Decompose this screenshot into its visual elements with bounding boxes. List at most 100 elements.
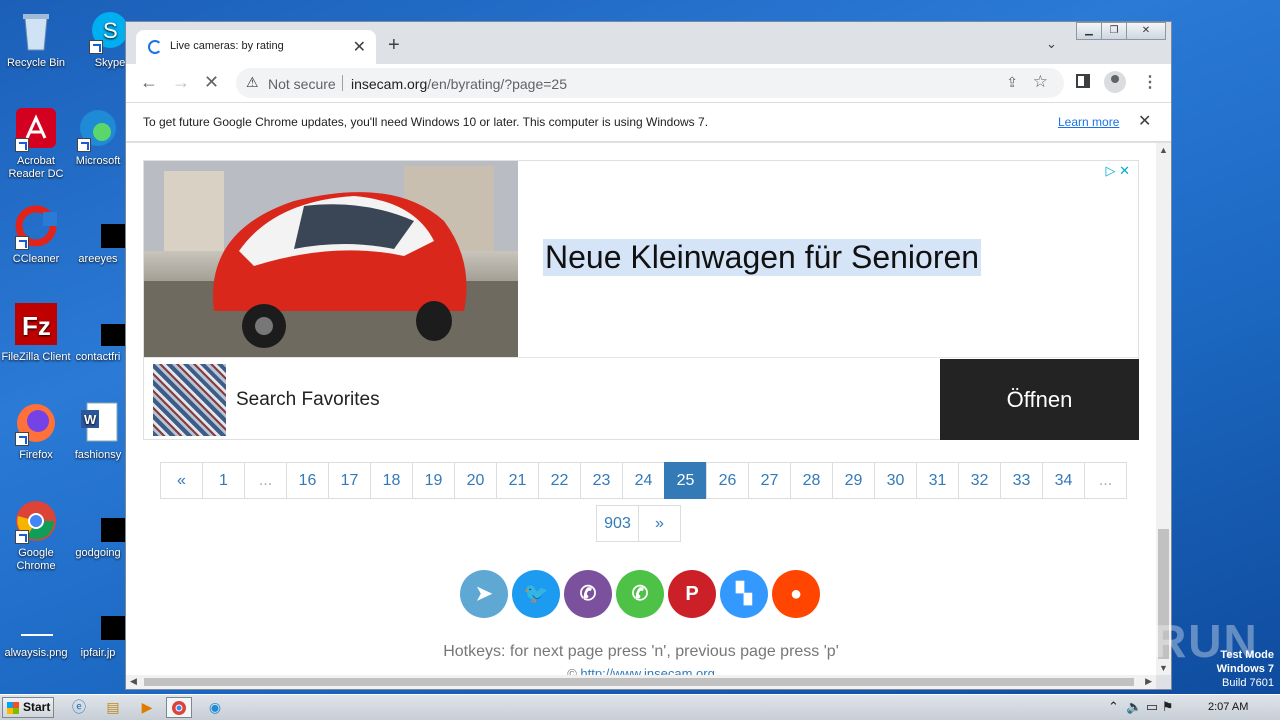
- ad-search-label[interactable]: Search Favorites: [236, 389, 380, 411]
- telegram-share-icon[interactable]: ➤: [460, 570, 508, 618]
- internet-explorer-icon[interactable]: ⓔ: [66, 697, 92, 718]
- horizontal-scroll-thumb[interactable]: [144, 678, 1134, 686]
- forward-arrow-icon[interactable]: →: [172, 72, 190, 93]
- horizontal-scrollbar[interactable]: ◀ ▶: [126, 675, 1156, 689]
- pagination-page-22[interactable]: 22: [538, 462, 581, 499]
- ad-open-button[interactable]: Öffnen: [940, 359, 1139, 440]
- security-label[interactable]: Not secure: [268, 76, 336, 92]
- pagination-page-16[interactable]: 16: [286, 462, 329, 499]
- url-text[interactable]: insecam.org/en/byrating/?page=25: [351, 76, 567, 92]
- adchoices-icon[interactable]: ▷ ✕: [1105, 163, 1130, 179]
- media-player-icon[interactable]: ▶: [134, 697, 160, 718]
- pagination-page-21[interactable]: 21: [496, 462, 539, 499]
- advertisement[interactable]: Neue Kleinwagen für Senioren ▷ ✕ Search …: [143, 160, 1139, 440]
- stop-loading-icon[interactable]: ✕: [204, 72, 219, 93]
- pagination-page-1[interactable]: 1: [202, 462, 245, 499]
- pagination-page-19[interactable]: 19: [412, 462, 455, 499]
- desktop-icon-label: fashionsy: [74, 449, 122, 461]
- desktop-icon-godgoing[interactable]: godgoing: [62, 498, 137, 560]
- pagination-page-24[interactable]: 24: [622, 462, 665, 499]
- whatsapp-share-icon[interactable]: ✆: [616, 570, 664, 618]
- twitter-share-icon[interactable]: 🐦: [512, 570, 560, 618]
- scroll-left-arrow-icon[interactable]: ◀: [130, 676, 137, 687]
- pagination-page-26[interactable]: 26: [706, 462, 749, 499]
- warning-triangle-icon[interactable]: ⚠: [246, 74, 259, 91]
- hotkeys-hint: Hotkeys: for next page press 'n', previo…: [443, 643, 839, 660]
- pagination-page-29[interactable]: 29: [832, 462, 875, 499]
- pagination-prev[interactable]: «: [160, 462, 203, 499]
- pagination-page-32[interactable]: 32: [958, 462, 1001, 499]
- file-icon: [75, 498, 137, 544]
- scroll-right-arrow-icon[interactable]: ▶: [1145, 676, 1152, 687]
- infobar-message: To get future Google Chrome updates, you…: [143, 115, 709, 129]
- pagination-ellipsis: ...: [1084, 462, 1127, 499]
- reddit-share-icon[interactable]: ●: [772, 570, 820, 618]
- side-panel-icon[interactable]: [1076, 74, 1090, 88]
- pagination-page-30[interactable]: 30: [874, 462, 917, 499]
- pagination-page-31[interactable]: 31: [916, 462, 959, 499]
- desktop-icon-label: ipfair.jp: [80, 647, 116, 659]
- pagination-page-23[interactable]: 23: [580, 462, 623, 499]
- close-window-button[interactable]: ✕: [1126, 22, 1166, 40]
- scroll-up-arrow-icon[interactable]: ▲: [1159, 145, 1168, 155]
- desktop-icon-fashionsy[interactable]: W fashionsy: [62, 400, 134, 462]
- file-icon: [75, 302, 137, 348]
- page-viewport: Neue Kleinwagen für Senioren ▷ ✕ Search …: [126, 143, 1156, 675]
- desktop-icon-label: Microsoft: [75, 155, 121, 167]
- pagination-page-25[interactable]: 25: [664, 462, 707, 499]
- edge-icon: [75, 106, 121, 152]
- file-explorer-icon[interactable]: ▤: [100, 697, 126, 718]
- desktop-icon-recycle-bin[interactable]: Recycle Bin: [0, 8, 72, 70]
- desktop-icon-contactfri[interactable]: contactfri: [62, 302, 137, 364]
- tab-close-icon[interactable]: ✕: [353, 37, 366, 57]
- delicious-share-icon[interactable]: ▚: [720, 570, 768, 618]
- copyright-link[interactable]: http://www.insecam.org: [580, 666, 714, 675]
- pagination-page-18[interactable]: 18: [370, 462, 413, 499]
- chrome-window: Live cameras: by rating ✕ + ⌄ ▁ ❐ ✕ ← → …: [125, 21, 1172, 690]
- maximize-button[interactable]: ❐: [1101, 22, 1127, 40]
- pagination-page-20[interactable]: 20: [454, 462, 497, 499]
- ad-headline[interactable]: Neue Kleinwagen für Senioren: [543, 239, 982, 276]
- pagination-page-27[interactable]: 27: [748, 462, 791, 499]
- browser-toolbar: ← → ✕ ⚠ Not secure insecam.org/en/byrati…: [126, 64, 1171, 102]
- ad-thumbnail-image[interactable]: [153, 364, 226, 436]
- pagination-page-903[interactable]: 903: [596, 505, 639, 542]
- ad-car-image[interactable]: [144, 161, 518, 357]
- minimize-button[interactable]: ▁: [1076, 22, 1102, 40]
- start-button[interactable]: Start: [2, 697, 54, 718]
- learn-more-link[interactable]: Learn more: [1058, 115, 1119, 129]
- infobar-close-icon[interactable]: ✕: [1138, 111, 1151, 131]
- profile-avatar-icon[interactable]: [1104, 71, 1126, 93]
- viber-share-icon[interactable]: ✆: [564, 570, 612, 618]
- build-line: Build 7601: [1222, 677, 1274, 689]
- pagination-next[interactable]: »: [638, 505, 681, 542]
- desktop-icon-label: Recycle Bin: [6, 57, 66, 69]
- pagination-page-17[interactable]: 17: [328, 462, 371, 499]
- test-mode-line: Test Mode: [1220, 649, 1274, 661]
- pagination-page-33[interactable]: 33: [1000, 462, 1043, 499]
- taskbar-clock[interactable]: 2:07 AM: [1208, 701, 1248, 713]
- tab-live-cameras[interactable]: Live cameras: by rating ✕: [136, 30, 376, 64]
- kebab-menu-icon[interactable]: ⋮: [1142, 72, 1158, 92]
- bookmark-star-icon[interactable]: ☆: [1033, 72, 1048, 92]
- file-icon: [75, 598, 137, 644]
- system-tray-icons[interactable]: ⌃ 🔈 ▭ ⚑: [1108, 699, 1173, 715]
- windows-version-line: Windows 7: [1216, 663, 1274, 675]
- taskbar-edge-icon[interactable]: ◉: [202, 697, 228, 718]
- desktop-icon-areeyes[interactable]: areeyes: [62, 204, 137, 266]
- pagination-page-34[interactable]: 34: [1042, 462, 1085, 499]
- social-share-buttons: ➤ 🐦 ✆ ✆ P ▚ ●: [460, 570, 820, 618]
- taskbar-chrome-icon[interactable]: [166, 697, 192, 718]
- vertical-scrollbar[interactable]: ▲ ▼: [1156, 143, 1171, 675]
- share-icon[interactable]: ⇪: [1006, 74, 1018, 91]
- pagination-ellipsis: ...: [244, 462, 287, 499]
- desktop-icon-ipfair[interactable]: ipfair.jp: [62, 598, 137, 660]
- pinterest-share-icon[interactable]: P: [668, 570, 716, 618]
- back-arrow-icon[interactable]: ←: [140, 72, 158, 93]
- desktop-icon-microsoft-edge[interactable]: Microsoft: [62, 106, 134, 168]
- update-infobar: To get future Google Chrome updates, you…: [126, 102, 1171, 142]
- new-tab-plus-icon[interactable]: +: [388, 34, 400, 57]
- tab-search-chevron-icon[interactable]: ⌄: [1046, 36, 1057, 52]
- pagination-page-28[interactable]: 28: [790, 462, 833, 499]
- address-bar[interactable]: ⚠ Not secure insecam.org/en/byrating/?pa…: [236, 68, 1064, 98]
